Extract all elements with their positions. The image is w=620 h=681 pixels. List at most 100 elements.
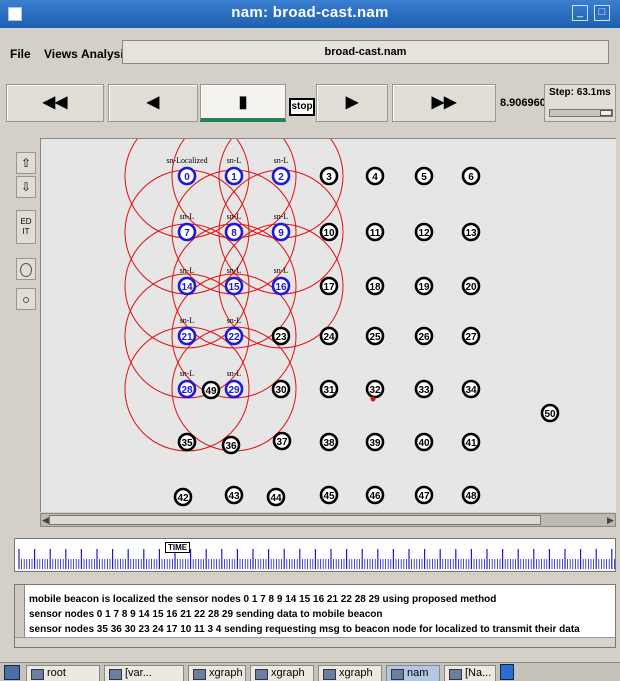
network-node[interactable]: 18 [365, 276, 385, 296]
node-id: 34 [465, 385, 477, 396]
network-node[interactable]: 45 [319, 485, 339, 505]
start-menu-icon[interactable] [4, 665, 20, 680]
network-node[interactable]: 4 [365, 166, 385, 186]
horizontal-scrollbar[interactable]: ◀ ▶ [40, 513, 616, 527]
zoom-out-icon[interactable]: ⇩ [16, 176, 36, 198]
network-node[interactable]: 22 sn-L [224, 316, 244, 346]
node-id: 18 [369, 282, 381, 293]
network-node[interactable]: 44 [266, 487, 286, 507]
step-label: Step: 63.1ms [549, 87, 611, 98]
network-node[interactable]: 35 [177, 432, 197, 452]
network-node[interactable]: 10 [319, 222, 339, 242]
network-node[interactable]: 9 sn-L [271, 212, 291, 242]
taskbar-item[interactable]: [Na... [444, 665, 496, 681]
network-node[interactable]: 41 [461, 432, 481, 452]
network-node[interactable]: 21 sn-L [177, 316, 197, 346]
network-node[interactable]: 29 sn-L [224, 369, 244, 399]
network-node[interactable]: 5 [414, 166, 434, 186]
network-node[interactable]: 14 sn-L [177, 266, 197, 296]
network-node[interactable]: 7 sn-L [177, 212, 197, 242]
taskbar-item[interactable]: nam [386, 665, 440, 681]
network-node[interactable]: 23 [271, 326, 291, 346]
node-id: 19 [418, 282, 430, 293]
node-id: 26 [418, 332, 430, 343]
network-node[interactable]: 37 [272, 431, 292, 451]
network-node[interactable]: 46 [365, 485, 385, 505]
network-node[interactable]: 34 [461, 379, 481, 399]
log-horizontal-scrollbar[interactable] [15, 637, 615, 647]
network-node[interactable]: 3 [319, 166, 339, 186]
zoom-in-icon[interactable]: ⇧ [16, 152, 36, 174]
network-node[interactable]: 6 [461, 166, 481, 186]
network-node[interactable]: 43 [224, 485, 244, 505]
point-tool-icon[interactable] [16, 288, 36, 310]
timeline-label[interactable]: TIME [165, 542, 191, 553]
network-node[interactable]: 11 [365, 222, 385, 242]
taskbar-item[interactable]: xgraph [318, 665, 382, 681]
network-node[interactable]: 25 [365, 326, 385, 346]
fast-forward-button[interactable]: ▶▶ [392, 84, 496, 122]
step-slider[interactable] [549, 109, 613, 117]
network-node[interactable]: 27 [461, 326, 481, 346]
taskbar-item[interactable]: root [26, 665, 100, 681]
scroll-left-icon[interactable]: ◀ [42, 514, 49, 526]
network-node[interactable]: 48 [461, 485, 481, 505]
network-node[interactable]: 49 [201, 380, 221, 400]
minimize-button[interactable]: _ [572, 5, 588, 21]
step-control[interactable]: Step: 63.1ms [544, 84, 616, 122]
taskbar: root [var... xgraph xgraph xgraph nam [N… [0, 662, 620, 681]
network-node[interactable]: 38 [319, 432, 339, 452]
network-node[interactable]: 26 [414, 326, 434, 346]
taskbar-item[interactable]: [var... [104, 665, 184, 681]
node-label: sn-L [274, 266, 289, 275]
network-node[interactable]: 15 sn-L [224, 266, 244, 296]
network-node[interactable]: 13 [461, 222, 481, 242]
step-back-button[interactable]: ◀ [108, 84, 198, 122]
network-node[interactable]: 17 [319, 276, 339, 296]
node-id: 11 [370, 228, 381, 239]
node-label: sn-L [180, 316, 195, 325]
network-node[interactable]: 40 [414, 432, 434, 452]
pause-button[interactable]: ▮ [200, 84, 286, 122]
network-node[interactable]: 42 [173, 487, 193, 507]
show-desktop-icon[interactable] [500, 664, 514, 680]
node-id: 35 [181, 438, 193, 449]
maximize-button[interactable]: □ [594, 5, 610, 21]
stop-button[interactable]: stop [289, 98, 315, 116]
rewind-button[interactable]: ◀◀ [6, 84, 104, 122]
network-node[interactable]: 24 [319, 326, 339, 346]
node-tool-icon[interactable] [16, 258, 36, 280]
taskbar-item[interactable]: xgraph [250, 665, 314, 681]
network-node[interactable]: 47 [414, 485, 434, 505]
network-node[interactable]: 31 [319, 379, 339, 399]
network-node[interactable]: 28 sn-L [177, 369, 197, 399]
scroll-right-icon[interactable]: ▶ [607, 514, 614, 526]
network-node[interactable]: 36 [221, 435, 241, 455]
network-node[interactable]: 8 sn-L [224, 212, 244, 242]
menu-views[interactable]: Views [44, 47, 78, 61]
network-node[interactable]: 50 [540, 403, 560, 423]
step-slider-thumb[interactable] [600, 110, 612, 116]
network-canvas[interactable]: 0 sn-Localized 1 sn-L 2 sn-L 3 4 5 6 7 sn-L 8 sn-L 9 sn… [40, 138, 616, 512]
scroll-thumb[interactable] [49, 515, 541, 525]
play-button[interactable]: ▶ [316, 84, 388, 122]
edit-button[interactable]: ED IT [16, 210, 36, 244]
network-node[interactable]: 30 [271, 379, 291, 399]
timeline-ticks [18, 549, 615, 569]
network-node[interactable]: 19 [414, 276, 434, 296]
node-label: sn-L [227, 316, 242, 325]
network-node[interactable]: 20 [461, 276, 481, 296]
network-node[interactable]: 12 [414, 222, 434, 242]
file-name-field: broad-cast.nam [122, 40, 609, 64]
network-node[interactable]: 39 [365, 432, 385, 452]
network-node[interactable]: 32 [365, 379, 385, 399]
timeline-slider[interactable]: TIME [14, 538, 616, 572]
network-node[interactable]: 2 sn-L [271, 156, 291, 186]
network-node[interactable]: 16 sn-L [271, 266, 291, 296]
node-id: 23 [275, 332, 287, 343]
taskbar-item[interactable]: xgraph [188, 665, 246, 681]
network-node[interactable]: 33 [414, 379, 434, 399]
network-node[interactable]: 1 sn-L [224, 156, 244, 186]
node-id: 22 [228, 332, 240, 343]
menu-file[interactable]: File [10, 47, 31, 61]
